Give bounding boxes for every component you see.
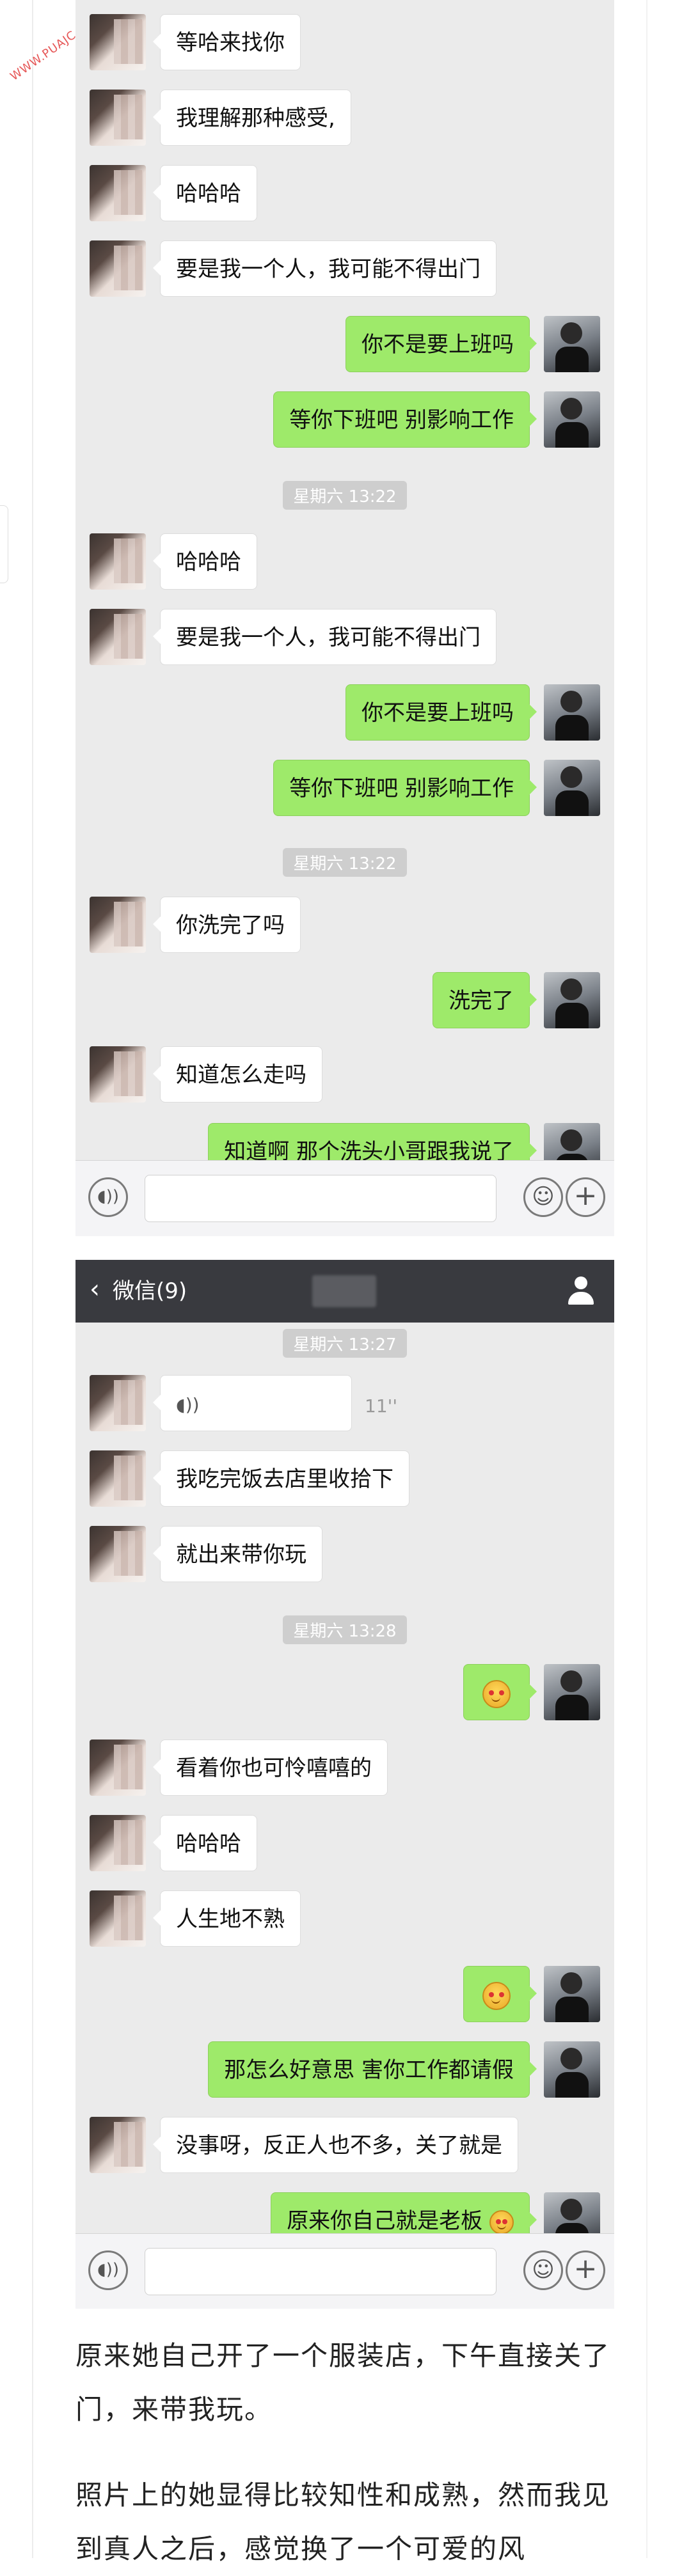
message-bubble-outgoing[interactable]: 那怎么好意思 害你工作都请假 [208,2041,537,2098]
message-bubble-incoming[interactable]: 要是我一个人，我可能不得出门 [153,609,496,665]
message-bubble-outgoing[interactable]: 知道啊 那个洗头小哥跟我说了 [208,1123,537,1164]
side-drawer-tab[interactable] [0,505,8,583]
contact-avatar[interactable] [90,1375,146,1431]
message-bubble-incoming[interactable]: 没事呀，反正人也不多，关了就是 [153,2117,518,2173]
contact-avatar[interactable] [90,14,146,70]
contact-avatar[interactable] [90,897,146,953]
message-bubble-outgoing[interactable] [463,1664,537,1720]
message-bubble-outgoing[interactable]: 等你下班吧 别影响工作 [273,760,537,816]
message-bubble-incoming[interactable]: 我吃完饭去店里收拾下 [153,1450,409,1507]
message-bubble-outgoing[interactable]: 你不是要上班吗 [346,316,537,372]
chat-input-bar: ◖)) ☺ + [75,1160,614,1236]
message-input[interactable] [145,1175,496,1222]
message-text: 原来你自己就是老板 [287,2208,483,2234]
left-margin [0,0,32,2558]
voice-wave-icon: ◖)) [176,1394,200,1415]
message-bubble-incoming[interactable]: 就出来带你玩 [153,1526,322,1582]
article-paragraph: 照片上的她显得比较知性和成熟，然而我见到真人之后，感觉换了一个可爱的风 [75,2479,611,2564]
contact-avatar[interactable] [90,1740,146,1796]
laugh-emoji-icon [489,2210,514,2234]
message-bubble-incoming[interactable]: 看着你也可怜嘻嘻的 [153,1740,388,1796]
message-bubble-outgoing[interactable]: 洗完了 [433,972,537,1028]
self-avatar[interactable] [544,760,600,816]
chat-screenshot-1: 等哈来找你 我理解那种感受, 哈哈哈 要是我一个人，我可能不得出门 你不是要上班… [75,0,614,1164]
content-border-right [646,0,647,2558]
message-bubble-incoming[interactable]: 等哈来找你 [153,14,301,70]
chat-input-bar: ◖)) ☺ + [75,2233,614,2309]
message-bubble-outgoing[interactable]: 等你下班吧 别影响工作 [273,391,537,448]
voice-input-icon[interactable]: ◖)) [88,1177,128,1217]
contact-name-blurred [312,1275,376,1307]
back-label[interactable]: 微信(9) [113,1279,187,1303]
voice-message-bubble[interactable]: ◖)) [153,1375,352,1431]
contact-avatar[interactable] [90,1526,146,1582]
voice-duration: 11'' [365,1395,398,1417]
back-chevron-icon[interactable]: ‹ [90,1276,100,1302]
voice-input-icon[interactable]: ◖)) [88,2250,128,2290]
chat-header: ‹ 微信(9) [75,1260,614,1323]
contact-avatar[interactable] [90,533,146,590]
self-avatar[interactable] [544,1664,600,1720]
more-plus-icon[interactable]: + [566,1177,605,1217]
message-bubble-incoming[interactable]: 要是我一个人，我可能不得出门 [153,240,496,297]
message-bubble-outgoing[interactable]: 你不是要上班吗 [346,684,537,741]
self-avatar[interactable] [544,2041,600,2098]
content-border-left [32,0,33,2558]
message-bubble-incoming[interactable]: 知道怎么走吗 [153,1046,322,1103]
message-input[interactable] [145,2248,496,2295]
more-plus-icon[interactable]: + [566,2250,605,2290]
message-bubble-incoming[interactable]: 我理解那种感受, [153,90,351,146]
message-bubble-outgoing[interactable] [463,1966,537,2022]
contact-avatar[interactable] [90,1890,146,1947]
contact-avatar[interactable] [90,240,146,297]
timestamp: 星期六 13:28 [75,1615,614,1644]
emoji-button-icon[interactable]: ☺ [523,1177,563,1217]
timestamp: 星期六 13:22 [75,481,614,510]
timestamp: 星期六 13:27 [75,1329,614,1358]
self-avatar[interactable] [544,1966,600,2022]
contact-avatar[interactable] [90,1815,146,1871]
timestamp: 星期六 13:22 [75,848,614,877]
profile-icon[interactable] [567,1275,595,1307]
article-paragraph: 原来她自己开了一个服装店，下午直接关了门，来带我玩。 [75,2340,611,2425]
contact-avatar[interactable] [90,609,146,665]
heart-eyes-emoji-icon [482,1981,511,2010]
message-bubble-incoming[interactable]: 哈哈哈 [153,533,257,590]
chat-screenshot-2: ‹ 微信(9) 星期六 13:27 ◖)) 11'' 我吃完饭去店里收拾下 就出… [75,1260,614,2309]
contact-avatar[interactable] [90,165,146,221]
self-avatar[interactable] [544,972,600,1028]
contact-avatar[interactable] [90,2117,146,2173]
emoji-button-icon[interactable]: ☺ [523,2250,563,2290]
message-bubble-incoming[interactable]: 哈哈哈 [153,1815,257,1871]
message-bubble-incoming[interactable]: 人生地不熟 [153,1890,301,1947]
contact-avatar[interactable] [90,1450,146,1507]
blush-emoji-icon [482,1679,511,1708]
contact-avatar[interactable] [90,1046,146,1103]
self-avatar[interactable] [544,684,600,741]
message-bubble-incoming[interactable]: 你洗完了吗 [153,897,301,953]
contact-avatar[interactable] [90,90,146,146]
self-avatar[interactable] [544,391,600,448]
self-avatar[interactable] [544,316,600,372]
self-avatar[interactable] [544,1123,600,1164]
message-bubble-incoming[interactable]: 哈哈哈 [153,165,257,221]
